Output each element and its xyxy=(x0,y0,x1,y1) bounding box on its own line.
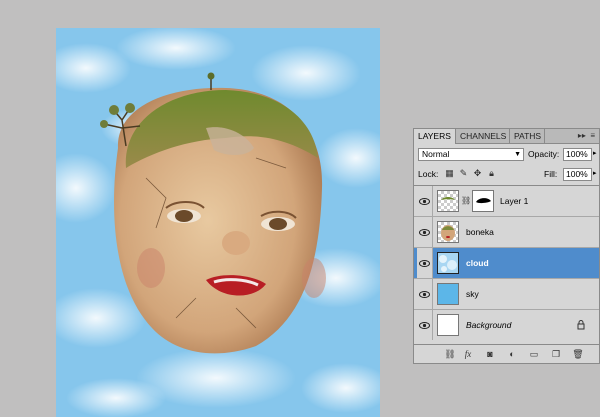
layer-row-cloud[interactable]: cloud xyxy=(414,248,599,279)
layer-mask-thumbnail[interactable] xyxy=(472,190,494,212)
chain-link-icon[interactable]: ⛓ xyxy=(461,196,471,205)
tab-channels[interactable]: CHANNELS xyxy=(456,129,510,143)
trash-icon[interactable]: 🗑︎ xyxy=(572,348,584,360)
canvas-document[interactable] xyxy=(56,28,380,417)
fill-input[interactable]: 100% xyxy=(563,168,592,181)
visibility-eye-icon[interactable] xyxy=(417,279,433,309)
panel-bottom-bar: ⛓ fx ◙ ◐ ▭ ❐ 🗑︎ xyxy=(414,344,599,363)
canvas-artwork xyxy=(56,28,380,417)
group-icon[interactable]: ▭ xyxy=(528,348,540,360)
opacity-arrow-icon[interactable]: ▸ xyxy=(593,149,597,157)
layer-name: sky xyxy=(466,289,479,299)
blend-mode-select[interactable]: Normal ▼ xyxy=(418,148,524,161)
layers-panel: LAYERS CHANNELS PATHS ▸▸ ≡ Normal ▼ Opac… xyxy=(413,128,600,364)
layer-thumbnail xyxy=(437,283,459,305)
layer-name: cloud xyxy=(466,258,489,268)
mask-icon[interactable]: ◙ xyxy=(484,348,496,360)
visibility-eye-icon[interactable] xyxy=(417,186,433,216)
fill-arrow-icon[interactable]: ▸ xyxy=(593,169,597,177)
layer-thumbnail xyxy=(437,252,459,274)
lock-label: Lock: xyxy=(418,169,439,179)
double-arrow-menu-icon[interactable]: ▸▸ ≡ xyxy=(578,129,595,143)
chevron-down-icon: ▼ xyxy=(514,151,521,158)
opacity-label: Opacity: xyxy=(528,149,560,159)
tab-layers[interactable]: LAYERS xyxy=(414,129,456,144)
layer-row-sky[interactable]: sky xyxy=(414,279,599,310)
visibility-eye-icon[interactable] xyxy=(417,217,433,247)
link-icon[interactable]: ⛓ xyxy=(444,348,456,360)
panel-tabs: LAYERS CHANNELS PATHS ▸▸ ≡ xyxy=(414,129,599,144)
layer-row-background[interactable]: Background xyxy=(414,310,599,341)
layer-name: boneka xyxy=(466,227,494,237)
fx-icon[interactable]: fx xyxy=(462,348,474,360)
lock-icon xyxy=(577,320,585,330)
blend-mode-value: Normal xyxy=(422,149,450,159)
fill-label: Fill: xyxy=(544,169,558,179)
layer-thumbnail xyxy=(437,221,459,243)
layer-thumbnail xyxy=(437,314,459,336)
lock-transparent-icon[interactable]: ▦ xyxy=(444,168,455,179)
lock-all-icon[interactable]: 🔒︎ xyxy=(486,168,497,179)
layer-row-layer-1[interactable]: ⛓ Layer 1 xyxy=(414,186,599,217)
layer-row-boneka[interactable]: boneka xyxy=(414,217,599,248)
layer-thumbnail xyxy=(437,190,459,212)
adjustment-icon[interactable]: ◐ xyxy=(506,348,518,360)
visibility-eye-icon[interactable] xyxy=(417,248,433,278)
layer-name: Layer 1 xyxy=(500,196,529,206)
lock-brush-icon[interactable]: ✎ xyxy=(458,168,469,179)
lock-move-icon[interactable]: ✥ xyxy=(472,168,483,179)
layer-name: Background xyxy=(466,320,512,330)
new-layer-icon[interactable]: ❐ xyxy=(550,348,562,360)
tab-paths[interactable]: PATHS xyxy=(510,129,545,143)
visibility-eye-icon[interactable] xyxy=(417,310,433,340)
opacity-input[interactable]: 100% xyxy=(563,148,592,161)
layers-list: ⛓ Layer 1 boneka cloud sky Background xyxy=(414,185,599,346)
